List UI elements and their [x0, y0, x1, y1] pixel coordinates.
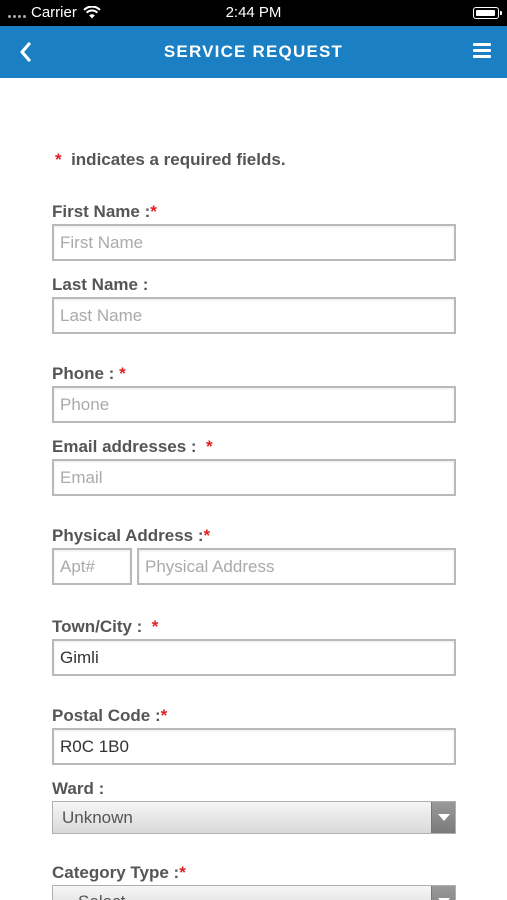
- category-selected-value: -- Select --: [62, 892, 141, 900]
- phone-label-text: Phone :: [52, 364, 115, 383]
- phone-input[interactable]: [52, 386, 456, 423]
- category-label-text: Category Type :: [52, 863, 180, 882]
- category-select[interactable]: -- Select --: [52, 885, 456, 900]
- required-star: *: [203, 526, 211, 545]
- town-label-text: Town/City :: [52, 617, 143, 636]
- phone-label: Phone : *: [52, 364, 126, 384]
- chevron-down-icon: [431, 886, 455, 900]
- ward-select[interactable]: Unknown: [52, 801, 456, 834]
- required-star: *: [55, 150, 62, 169]
- required-note: * indicates a required fields.: [55, 150, 286, 170]
- required-star: *: [179, 863, 186, 882]
- required-star: *: [160, 706, 168, 725]
- battery-icon: [473, 7, 502, 19]
- postal-code-input[interactable]: [52, 728, 456, 765]
- status-bar: Carrier 2:44 PM: [0, 0, 507, 26]
- email-label: Email addresses : *: [52, 437, 213, 457]
- last-name-label-text: Last Name :: [52, 275, 149, 294]
- required-star: *: [206, 437, 213, 456]
- last-name-label: Last Name :: [52, 275, 148, 295]
- category-label: Category Type :*: [52, 863, 186, 883]
- first-name-label-text: First Name :: [52, 202, 151, 221]
- ward-label-text: Ward :: [52, 779, 105, 798]
- page-title: SERVICE REQUEST: [163, 42, 344, 61]
- required-star: *: [151, 617, 159, 636]
- required-note-text: indicates a required fields.: [71, 150, 286, 169]
- last-name-input[interactable]: [52, 297, 456, 334]
- nav-bar: SERVICE REQUEST: [0, 26, 507, 78]
- address-label-text: Physical Address :: [52, 526, 204, 545]
- town-input[interactable]: [52, 639, 456, 676]
- physical-address-input[interactable]: [137, 548, 456, 585]
- first-name-label: First Name :*: [52, 202, 157, 222]
- status-time: 2:44 PM: [225, 4, 282, 21]
- ward-label: Ward :: [52, 779, 104, 799]
- ward-selected-value: Unknown: [62, 808, 133, 827]
- apt-number-input[interactable]: [52, 548, 132, 585]
- town-label: Town/City : *: [52, 617, 158, 637]
- required-star: *: [119, 364, 126, 383]
- postal-label-text: Postal Code :: [52, 706, 161, 725]
- chevron-down-icon: [431, 802, 455, 833]
- first-name-input[interactable]: [52, 224, 456, 261]
- address-label: Physical Address :*: [52, 526, 210, 546]
- postal-label: Postal Code :*: [52, 706, 167, 726]
- email-label-text: Email addresses :: [52, 437, 197, 456]
- menu-icon[interactable]: [473, 43, 491, 59]
- required-star: *: [150, 202, 157, 221]
- email-input[interactable]: [52, 459, 456, 496]
